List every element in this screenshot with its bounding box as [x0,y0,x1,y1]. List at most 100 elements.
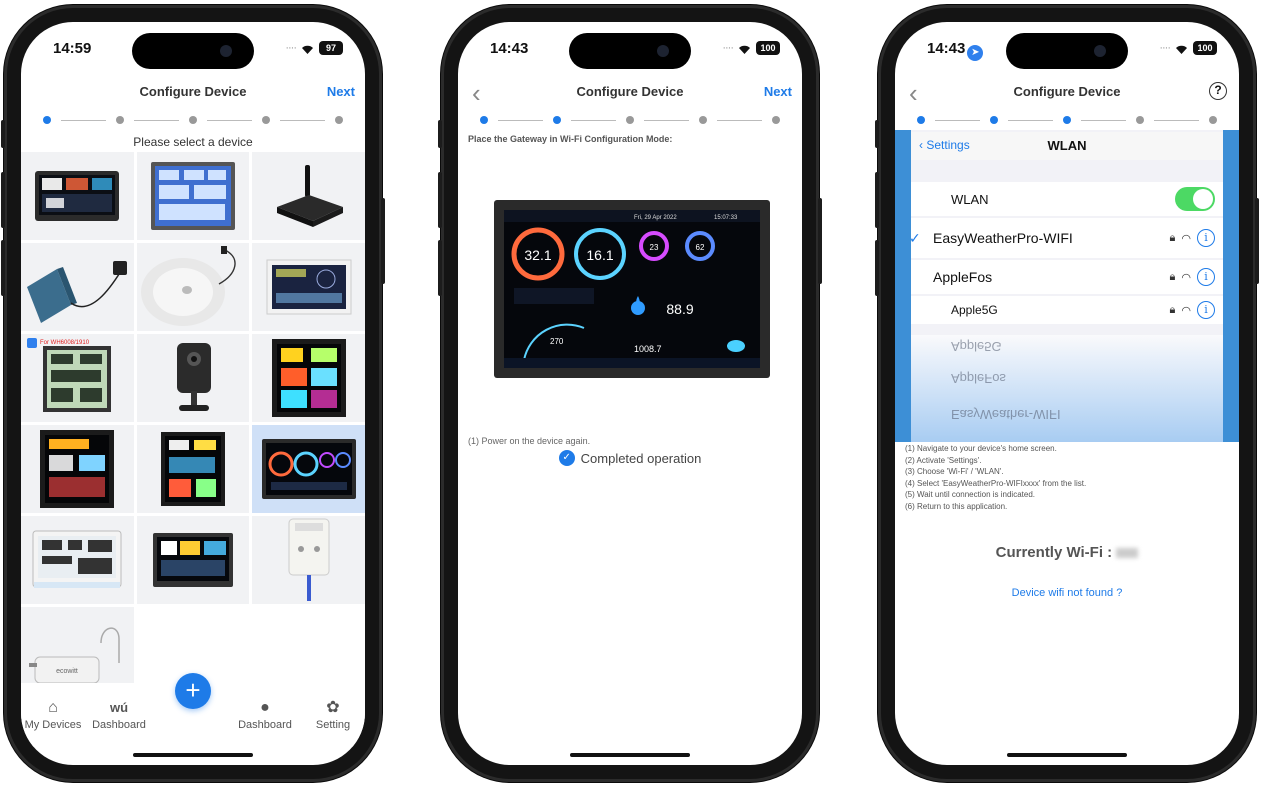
network-row: Apple5G 🔒︎ ◠ i [911,296,1223,324]
step-dot [917,116,925,124]
status-bar: 14:59 ···· 97 [21,38,365,62]
next-button[interactable]: Next [764,84,792,99]
device-tile[interactable]: For WH6008/1910 [21,334,134,422]
checkmark-icon: ✓ [909,229,921,246]
step-dot [262,116,270,124]
status-bar: 14:43 ➤ ···· 100 [895,38,1239,62]
lock-icon: 🔒︎ [1169,303,1176,316]
select-device-label: Please select a device [133,135,253,149]
phone-frame-3: 14:43 ➤ ···· 100 ‹ Configure Device ? ‹ S… [875,8,1259,779]
help-icon[interactable]: ? [1209,82,1227,100]
battery-icon: 97 [319,41,343,55]
check-circle-icon: ✓ [558,450,575,466]
settings-nav-bar: ‹ Settings WLAN [911,132,1223,160]
status-time: 14:43 ➤ [927,40,984,61]
status-time: 14:59 [53,40,92,57]
add-device-button[interactable]: + [175,673,211,709]
step-dot [772,116,780,124]
gear-icon: ✿ [326,699,340,716]
info-icon: i [1197,268,1215,286]
status-time: 14:43 [490,40,529,57]
wlan-title: WLAN [1047,138,1087,153]
step-dot [553,116,561,124]
device-wifi-not-found-link[interactable]: Device wifi not found ? [895,587,1239,599]
display-humidity-a: 23 [650,243,659,252]
step-dot [189,116,197,124]
device-tile[interactable] [21,425,134,513]
device-tile[interactable] [136,334,250,422]
weather-display-image [35,171,120,221]
step-indicator [43,114,343,126]
lcd-display-image [32,530,122,588]
device-tile[interactable] [252,334,365,422]
wifi-signal-icon: ◠ [1181,304,1191,317]
wifi-icon [1174,43,1189,54]
step-dot [1136,116,1144,124]
color-display-image [271,339,346,417]
gateway-display-image [261,439,356,499]
device-tile[interactable] [136,152,250,240]
display-date: Fri, 29 Apr 2022 [634,215,677,221]
device-tile[interactable] [252,152,365,240]
location-icon: ➤ [967,45,984,61]
gateway-display-image: Fri, 29 Apr 2022 15:07:33 32.1 16.1 23 6… [494,200,770,378]
device-tile-selected[interactable] [252,425,365,513]
step-dot [480,116,488,124]
lock-icon: 🔒︎ [1169,270,1176,283]
display-indoor-temp: 16.1 [586,247,613,263]
color-display-image [160,432,225,506]
phone-frame-2: 14:43 ···· 100 ‹ Configure Device Next P… [438,8,822,779]
display-pressure: 1008.7 [634,344,662,354]
battery-icon: 100 [756,41,780,55]
completed-operation-checkbox[interactable]: ✓ Completed operation [458,450,802,466]
mirror-reflection: Apple5G AppleFos EasyWeather-WIFI [911,335,1223,442]
wlan-settings-illustration: ‹ Settings WLAN WLAN ✓ EasyWeatherPro-WI… [895,130,1239,442]
next-button[interactable]: Next [327,84,355,99]
page-title: Configure Device [1013,84,1121,99]
device-tile[interactable] [21,516,134,604]
device-tile[interactable] [136,516,250,604]
wifi-icon [300,43,315,54]
instruction-list: (1) Navigate to your device's home scree… [905,444,1087,511]
device-grid: For WH6008/1910 ecowitt [21,152,365,695]
gateway-image [276,165,343,227]
step-dot [990,116,998,124]
device-tile[interactable] [252,243,365,331]
lcd-display-image [43,346,112,412]
power-on-instruction: (1) Power on the device again. [468,436,591,446]
device-tile[interactable] [21,243,134,331]
step-dot [699,116,707,124]
completed-label: Completed operation [580,450,702,466]
wifi-signal-icon: ◠ [1181,271,1191,284]
screen-wifi-connect: 14:43 ➤ ···· 100 ‹ Configure Device ? ‹ S… [895,22,1239,765]
instruction-heading: Place the Gateway in Wi-Fi Configuration… [468,134,673,144]
tab-wu-dashboard[interactable]: wú Dashboard [79,697,159,731]
color-display-image [152,533,233,587]
wifi-signal-icon: ◠ [1181,232,1191,245]
page-title: Configure Device [139,84,247,99]
wifi-gateway-image: ecowitt [29,627,121,684]
wu-logo-icon: wú [109,700,129,715]
current-wifi-label: Currently Wi-Fi : [895,544,1239,561]
signal-icon: ···· [285,42,297,54]
info-icon: i [1197,301,1215,319]
device-model-tag: For WH6008/1910 [27,338,89,348]
camera-image [176,343,211,411]
device-tile[interactable] [252,516,365,604]
device-tile[interactable] [136,425,250,513]
tab-bar: ⌂ My Devices wú Dashboard + ● Dashboard … [21,673,365,747]
tab-setting[interactable]: ✿ Setting [293,697,365,731]
home-indicator [1007,753,1127,757]
step-dot [43,116,51,124]
device-tile[interactable] [21,152,134,240]
step-dot [116,116,124,124]
screen-config-mode: 14:43 ···· 100 ‹ Configure Device Next P… [458,22,802,765]
display-wind: 270 [550,337,564,346]
info-badge-icon [27,338,37,348]
device-tile[interactable] [136,243,250,331]
home-indicator [133,753,253,757]
device-tile[interactable]: ecowitt [21,607,134,695]
soil-sensor-image [288,518,330,601]
lightning-sensor-image [140,246,236,326]
screen-select-device: 14:59 ···· 97 Configure Device Next Plea… [21,22,365,765]
